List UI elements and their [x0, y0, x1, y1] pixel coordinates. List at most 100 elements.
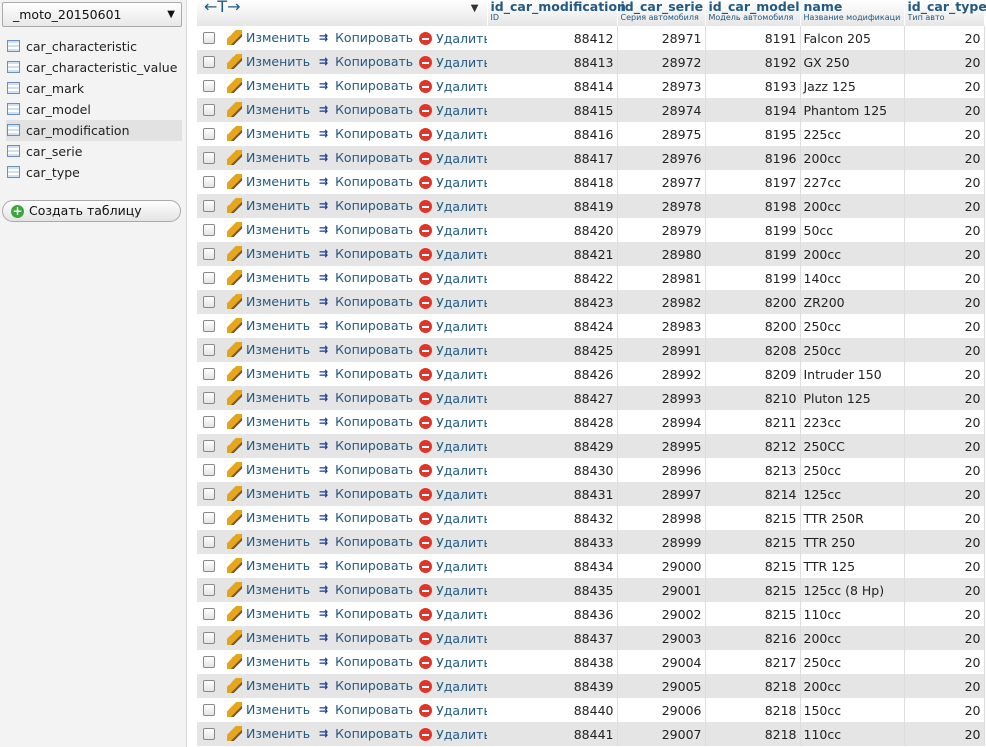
table-cell-id-car-serie[interactable]: 28993 — [617, 386, 706, 410]
table-cell-id-car-serie[interactable]: 29006 — [617, 698, 706, 722]
table-cell-name[interactable]: Pluton 125 — [800, 386, 905, 410]
row-checkbox[interactable] — [203, 536, 215, 549]
delete-link[interactable]: Удалить — [419, 631, 487, 646]
table-cell-id-car-modification[interactable]: 88440 — [487, 698, 618, 722]
table-cell-id-car-model[interactable]: 8213 — [705, 458, 801, 482]
table-cell-id-car-modification[interactable]: 88437 — [487, 626, 618, 650]
table-cell-id-car-model[interactable]: 8199 — [705, 218, 801, 242]
edit-link[interactable]: Изменить — [227, 318, 310, 334]
table-cell-id-car-serie[interactable]: 28996 — [617, 458, 706, 482]
table-cell-name[interactable]: 200cc — [800, 674, 905, 698]
table-cell-id-car-model[interactable]: 8191 — [705, 26, 801, 50]
delete-link[interactable]: Удалить — [419, 319, 487, 334]
table-cell-id-car-model[interactable]: 8194 — [705, 98, 801, 122]
row-checkbox[interactable] — [203, 440, 215, 453]
sidebar-table-car-mark[interactable]: car_mark — [6, 78, 182, 99]
table-cell-id-car-type[interactable]: 20 — [904, 50, 985, 74]
table-cell-id-car-model[interactable]: 8193 — [705, 74, 801, 98]
table-cell-id-car-modification[interactable]: 88416 — [487, 122, 618, 146]
table-cell-name[interactable]: 110cc — [800, 722, 905, 746]
table-cell-id-car-modification[interactable]: 88431 — [487, 482, 618, 506]
sidebar-table-car-characteristic[interactable]: car_characteristic — [6, 36, 182, 57]
delete-link[interactable]: Удалить — [419, 559, 487, 574]
table-cell-id-car-modification[interactable]: 88429 — [487, 434, 618, 458]
table-cell-id-car-type[interactable]: 20 — [904, 26, 985, 50]
row-checkbox[interactable] — [203, 200, 215, 213]
table-cell-id-car-type[interactable]: 20 — [904, 626, 985, 650]
table-cell-name[interactable]: 150cc — [800, 698, 905, 722]
table-cell-id-car-serie[interactable]: 28974 — [617, 98, 706, 122]
table-cell-id-car-serie[interactable]: 28983 — [617, 314, 706, 338]
table-cell-id-car-modification[interactable]: 88438 — [487, 650, 618, 674]
table-cell-name[interactable]: 223cc — [800, 410, 905, 434]
table-cell-id-car-serie[interactable]: 28977 — [617, 170, 706, 194]
copy-link[interactable]: ⇉ Копировать — [316, 150, 413, 166]
table-cell-id-car-serie[interactable]: 28998 — [617, 506, 706, 530]
row-checkbox[interactable] — [203, 392, 215, 405]
delete-link[interactable]: Удалить — [419, 439, 487, 454]
column-name[interactable]: id_car_type — [908, 0, 986, 13]
edit-link[interactable]: Изменить — [227, 462, 310, 478]
delete-link[interactable]: Удалить — [419, 415, 487, 430]
edit-link[interactable]: Изменить — [227, 294, 310, 310]
table-cell-id-car-type[interactable]: 20 — [904, 98, 985, 122]
table-cell-id-car-model[interactable]: 8198 — [705, 194, 801, 218]
table-cell-id-car-type[interactable]: 20 — [904, 386, 985, 410]
copy-link[interactable]: ⇉ Копировать — [316, 78, 413, 94]
table-cell-id-car-serie[interactable]: 28997 — [617, 482, 706, 506]
edit-link[interactable]: Изменить — [227, 558, 310, 574]
table-cell-id-car-model[interactable]: 8215 — [705, 530, 801, 554]
copy-link[interactable]: ⇉ Копировать — [316, 438, 413, 454]
table-cell-id-car-type[interactable]: 20 — [904, 554, 985, 578]
row-checkbox[interactable] — [203, 464, 215, 477]
table-cell-name[interactable]: 250cc — [800, 650, 905, 674]
copy-link[interactable]: ⇉ Копировать — [316, 534, 413, 550]
table-cell-id-car-serie[interactable]: 28976 — [617, 146, 706, 170]
copy-link[interactable]: ⇉ Копировать — [316, 294, 413, 310]
table-cell-id-car-model[interactable]: 8212 — [705, 434, 801, 458]
table-cell-name[interactable]: 50cc — [800, 218, 905, 242]
copy-link[interactable]: ⇉ Копировать — [316, 630, 413, 646]
edit-link[interactable]: Изменить — [227, 198, 310, 214]
copy-link[interactable]: ⇉ Копировать — [316, 318, 413, 334]
edit-link[interactable]: Изменить — [227, 246, 310, 262]
table-cell-id-car-model[interactable]: 8214 — [705, 482, 801, 506]
table-cell-id-car-model[interactable]: 8215 — [705, 602, 801, 626]
copy-link[interactable]: ⇉ Копировать — [316, 486, 413, 502]
table-cell-id-car-modification[interactable]: 88417 — [487, 146, 618, 170]
table-cell-id-car-model[interactable]: 8200 — [705, 314, 801, 338]
row-checkbox[interactable] — [203, 584, 215, 597]
copy-link[interactable]: ⇉ Копировать — [316, 366, 413, 382]
table-cell-id-car-modification[interactable]: 88428 — [487, 410, 618, 434]
table-cell-id-car-modification[interactable]: 88430 — [487, 458, 618, 482]
row-checkbox[interactable] — [203, 560, 215, 573]
edit-link[interactable]: Изменить — [227, 606, 310, 622]
sidebar-table-car-type[interactable]: car_type — [6, 162, 182, 183]
table-cell-id-car-type[interactable]: 20 — [904, 242, 985, 266]
table-cell-name[interactable]: 200cc — [800, 242, 905, 266]
edit-link[interactable]: Изменить — [227, 702, 310, 718]
table-cell-id-car-type[interactable]: 20 — [904, 338, 985, 362]
delete-link[interactable]: Удалить — [419, 535, 487, 550]
row-checkbox[interactable] — [203, 320, 215, 333]
table-cell-name[interactable]: 225cc — [800, 122, 905, 146]
row-checkbox[interactable] — [203, 344, 215, 357]
edit-link[interactable]: Изменить — [227, 366, 310, 382]
table-cell-id-car-modification[interactable]: 88435 — [487, 578, 618, 602]
edit-link[interactable]: Изменить — [227, 174, 310, 190]
column-header-id-car-serie[interactable]: id_car_serie Серия автомобиля — [617, 0, 706, 26]
table-cell-name[interactable]: 200cc — [800, 626, 905, 650]
table-cell-name[interactable]: TTR 125 — [800, 554, 905, 578]
table-cell-id-car-modification[interactable]: 88434 — [487, 554, 618, 578]
database-select[interactable]: _moto_20150601 ▼ — [2, 2, 182, 27]
edit-link[interactable]: Изменить — [227, 102, 310, 118]
delete-link[interactable]: Удалить — [419, 727, 487, 742]
edit-link[interactable]: Изменить — [227, 678, 310, 694]
delete-link[interactable]: Удалить — [419, 463, 487, 478]
table-cell-id-car-type[interactable]: 20 — [904, 506, 985, 530]
sidebar-table-car-serie[interactable]: car_serie — [6, 141, 182, 162]
sidebar-table-car-model[interactable]: car_model — [6, 99, 182, 120]
table-cell-id-car-serie[interactable]: 28975 — [617, 122, 706, 146]
copy-link[interactable]: ⇉ Копировать — [316, 654, 413, 670]
table-cell-id-car-serie[interactable]: 28972 — [617, 50, 706, 74]
